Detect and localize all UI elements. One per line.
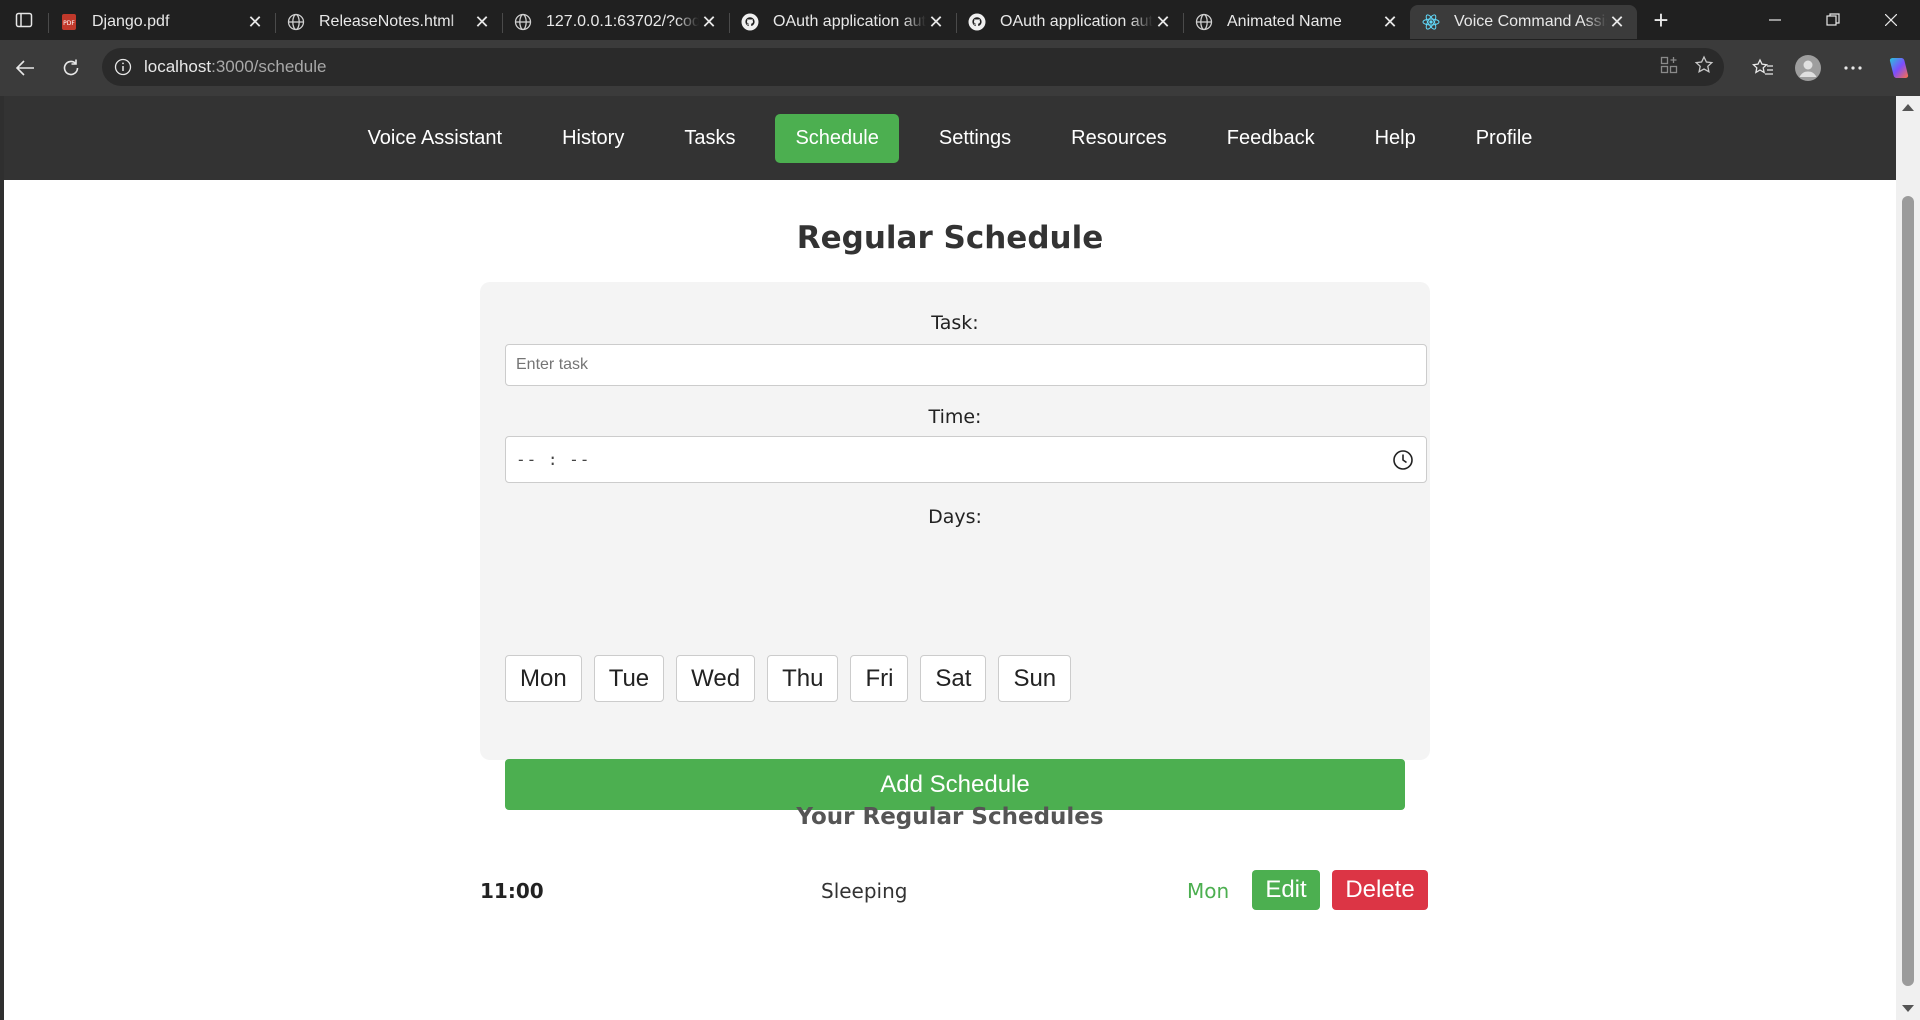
task-input[interactable]: Enter task [505,344,1427,386]
tab-title: 127.0.0.1:63702/?code= [546,13,699,30]
url-path: :3000/schedule [211,57,327,76]
schedule-list-item: 11:00 Sleeping Mon Edit Delete [480,870,1430,912]
browser-tab-active[interactable]: Voice Command Assist ✕ [1410,5,1637,39]
schedule-task: Sleeping [821,879,908,903]
tab-title: Animated Name [1227,13,1342,30]
browser-tabstrip: PDF Django.pdf ✕ ReleaseNotes.html ✕ 127… [0,0,1920,40]
delete-button[interactable]: Delete [1332,870,1428,910]
day-button-tue[interactable]: Tue [593,655,665,702]
tab-title: Voice Command Assist [1454,13,1607,30]
add-schedule-button[interactable]: Add Schedule [505,759,1405,810]
schedules-list-title: Your Regular Schedules [796,804,1104,830]
browser-tab[interactable]: OAuth application auth ✕ [956,5,1183,39]
nav-item-resources[interactable]: Resources [1051,114,1187,163]
pdf-icon: PDF [60,13,78,31]
nav-item-history[interactable]: History [542,114,644,163]
page-scrollbar[interactable] [1896,96,1920,1020]
nav-item-settings[interactable]: Settings [919,114,1031,163]
day-button-thu[interactable]: Thu [767,655,839,702]
minimize-icon[interactable] [1746,0,1804,40]
close-window-icon[interactable] [1862,0,1920,40]
tab-title: OAuth application auth [773,13,926,30]
app-available-icon[interactable] [1660,56,1678,79]
schedule-time: 11:00 [480,879,544,903]
clock-icon[interactable] [1392,449,1414,475]
address-bar[interactable]: localhost:3000/schedule [102,48,1724,86]
nav-item-tasks[interactable]: Tasks [664,114,755,163]
browser-tab[interactable]: ReleaseNotes.html ✕ [275,5,502,39]
schedule-form: Task: Enter task Time: -- : -- Days: Mon… [480,282,1430,810]
github-icon [968,13,986,31]
favorites-icon[interactable] [1740,58,1785,78]
react-icon [1422,13,1440,31]
reload-icon[interactable] [48,48,94,88]
url-host: localhost [144,57,212,76]
scroll-up-arrow-icon[interactable] [1902,104,1914,111]
tab-close-icon[interactable]: ✕ [472,12,492,32]
nav-item-profile[interactable]: Profile [1456,114,1553,163]
time-input[interactable]: -- : -- [505,436,1427,483]
globe-icon [1195,13,1213,31]
tab-actions-icon[interactable] [0,0,48,40]
main-navbar: Voice Assistant History Tasks Schedule S… [4,96,1896,180]
favorite-star-icon[interactable] [1694,54,1714,80]
site-info-icon[interactable] [112,56,134,78]
nav-item-voice-assistant[interactable]: Voice Assistant [348,114,523,163]
globe-icon [287,13,305,31]
tab-title: OAuth application auth [1000,13,1153,30]
tab-close-icon[interactable]: ✕ [1380,12,1400,32]
globe-icon [514,13,532,31]
profile-avatar-icon[interactable] [1785,54,1830,82]
url-text: localhost:3000/schedule [144,57,326,77]
time-label: Time: [928,406,982,428]
days-selector: Mon Tue Wed Thu Fri Sat Sun [505,655,1072,702]
tab-title: Django.pdf [92,13,170,30]
browser-tab[interactable]: 127.0.0.1:63702/?code= ✕ [502,5,729,39]
day-button-mon[interactable]: Mon [505,655,582,702]
edit-button[interactable]: Edit [1252,870,1320,910]
browser-tab[interactable]: OAuth application auth ✕ [729,5,956,39]
restore-icon[interactable] [1804,0,1862,40]
nav-item-schedule[interactable]: Schedule [775,113,899,163]
nav-item-help[interactable]: Help [1355,114,1436,163]
page-title: Regular Schedule [796,220,1104,256]
task-label: Task: [931,312,979,334]
new-tab-icon[interactable]: + [1643,2,1679,38]
copilot-icon[interactable] [1875,55,1920,81]
browser-tab[interactable]: PDF Django.pdf ✕ [48,5,275,39]
tab-close-icon[interactable]: ✕ [1607,12,1627,32]
day-button-sat[interactable]: Sat [920,655,987,702]
tab-close-icon[interactable]: ✕ [926,12,946,32]
tab-close-icon[interactable]: ✕ [245,12,265,32]
day-button-wed[interactable]: Wed [676,655,756,702]
browser-toolbar: localhost:3000/schedule [0,40,1920,96]
browser-tab[interactable]: Animated Name ✕ [1183,5,1410,39]
window-controls [1746,0,1920,40]
page-viewport: Voice Assistant History Tasks Schedule S… [0,96,1920,1020]
github-icon [741,13,759,31]
tab-title: ReleaseNotes.html [319,13,455,30]
schedule-days: Mon [1187,879,1230,903]
day-button-fri[interactable]: Fri [850,655,909,702]
nav-item-feedback[interactable]: Feedback [1207,114,1335,163]
scrollbar-thumb[interactable] [1902,196,1914,986]
more-menu-icon[interactable] [1830,65,1875,71]
days-label: Days: [928,506,982,528]
time-input-value: -- : -- [516,450,591,469]
tab-close-icon[interactable]: ✕ [1153,12,1173,32]
tab-close-icon[interactable]: ✕ [699,12,719,32]
scroll-down-arrow-icon[interactable] [1902,1005,1914,1012]
day-button-sun[interactable]: Sun [998,655,1072,702]
svg-text:PDF: PDF [63,20,75,27]
back-arrow-icon[interactable] [2,48,48,88]
